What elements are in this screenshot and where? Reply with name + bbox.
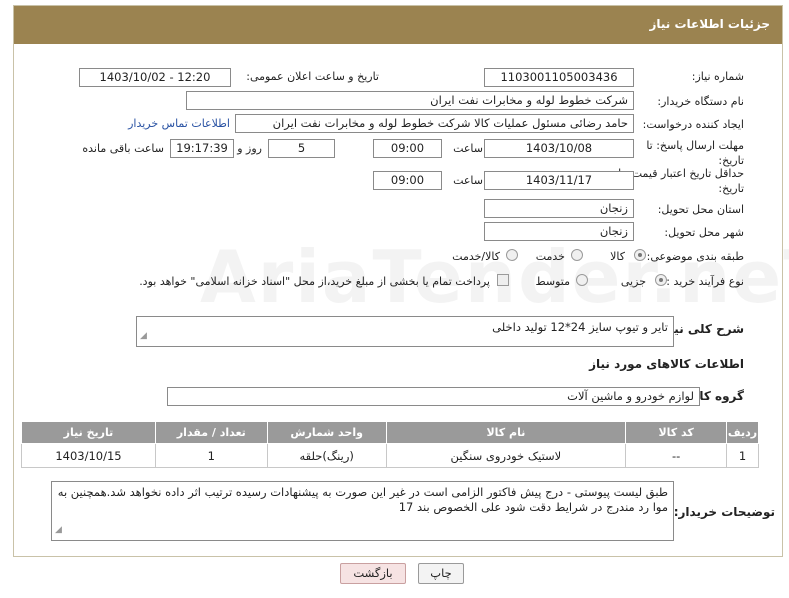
city-label: شهر محل تحویل: — [664, 226, 744, 239]
cell-item-code: -- — [625, 443, 728, 468]
col-quantity: تعداد / مقدار — [154, 421, 268, 444]
validity-time-field: 09:00 — [373, 171, 442, 190]
process-option-partial: جزیی — [620, 275, 646, 288]
category-option-service: خدمت — [535, 250, 565, 263]
announce-label: تاریخ و ساعت اعلان عمومی: — [246, 70, 379, 83]
announce-datetime-field: 1403/10/02 - 12:20 — [79, 68, 231, 87]
cell-item-name: لاستیک خودروی سنگین — [385, 443, 627, 468]
process-option-medium: متوسط — [535, 275, 570, 288]
need-number-label: شماره نیاز: — [691, 70, 744, 83]
process-radio-partial[interactable] — [655, 274, 667, 286]
cell-row-number: 1 — [726, 443, 759, 468]
treasury-payment-note: پرداخت تمام یا بخشی از مبلغ خرید،از محل … — [139, 275, 490, 288]
remaining-label: ساعت باقی مانده — [82, 142, 164, 155]
reply-time-field: 09:00 — [373, 139, 442, 158]
col-unit: واحد شمارش — [266, 421, 387, 444]
resize-grip-icon[interactable]: ◢ — [55, 523, 62, 538]
cell-need-date: 1403/10/15 — [21, 443, 156, 468]
cell-unit: (رینگ)حلقه — [266, 443, 387, 468]
buyer-notes-textarea[interactable]: طبق لیست پیوستی - درج پیش فاکتور الزامی … — [51, 481, 674, 541]
creator-label: ایجاد کننده درخواست: — [642, 118, 744, 131]
buyer-org-field: شرکت خطوط لوله و مخابرات نفت ایران — [186, 91, 634, 110]
buyer-notes-label: توضیحات خریدار: — [673, 505, 775, 519]
panel-title: جزئیات اطلاعات نیاز — [14, 6, 782, 44]
need-number-field: 1103001105003436 — [484, 68, 634, 87]
creator-field: حامد رضائی مسئول عملیات کالا شرکت خطوط ل… — [235, 114, 634, 133]
process-label: نوع فرآیند خرید : — [666, 275, 744, 288]
reply-date-field: 1403/10/08 — [484, 139, 634, 158]
summary-textarea[interactable]: تایر و تیوپ سایز 24*12 تولید داخلی ◢ — [136, 316, 674, 347]
city-field: زنجان — [484, 222, 634, 241]
validity-date-field: 1403/11/17 — [484, 171, 634, 190]
reply-time-label: ساعت — [453, 142, 483, 155]
reply-deadline-label: مهلت ارسال پاسخ: تا تاریخ: — [646, 139, 744, 167]
province-label: استان محل تحویل: — [657, 203, 744, 216]
treasury-payment-checkbox[interactable] — [497, 274, 509, 286]
col-item-name: نام کالا — [385, 421, 627, 444]
table-header-row: ردیف کد کالا نام کالا واحد شمارش تعداد /… — [21, 421, 759, 444]
goods-group-field: لوازم خودرو و ماشین آلات — [167, 387, 700, 406]
back-button[interactable]: بازگشت — [340, 563, 406, 584]
print-button[interactable]: چاپ — [418, 563, 464, 584]
category-option-goods: کالا — [610, 250, 625, 263]
remaining-time-field: 19:17:39 — [170, 139, 234, 158]
category-option-goods-service: کالا/خدمت — [452, 250, 500, 263]
col-item-code: کد کالا — [625, 421, 728, 444]
buyer-org-label: نام دستگاه خریدار: — [657, 95, 744, 108]
table-row[interactable]: 1 -- لاستیک خودروی سنگین (رینگ)حلقه 1 14… — [21, 443, 759, 468]
validity-time-label: ساعت — [453, 174, 483, 187]
days-label: روز و — [237, 142, 262, 155]
category-radio-goods[interactable] — [634, 249, 646, 261]
province-field: زنجان — [484, 199, 634, 218]
summary-text: تایر و تیوپ سایز 24*12 تولید داخلی — [492, 320, 668, 334]
goods-section-title: اطلاعات کالاهای مورد نیاز — [589, 357, 744, 371]
cell-quantity: 1 — [154, 443, 268, 468]
col-row-number: ردیف — [726, 421, 759, 444]
category-radio-service[interactable] — [571, 249, 583, 261]
col-need-date: تاریخ نیاز — [21, 421, 156, 444]
buyer-contact-link[interactable]: اطلاعات تماس خریدار — [128, 117, 230, 130]
category-radio-goods-service[interactable] — [506, 249, 518, 261]
goods-table: ردیف کد کالا نام کالا واحد شمارش تعداد /… — [21, 421, 759, 468]
resize-grip-icon[interactable]: ◢ — [140, 329, 147, 344]
category-label: طبقه بندی موضوعی: — [646, 250, 744, 263]
process-radio-medium[interactable] — [576, 274, 588, 286]
days-field: 5 — [268, 139, 335, 158]
buyer-notes-text: طبق لیست پیوستی - درج پیش فاکتور الزامی … — [57, 485, 668, 514]
